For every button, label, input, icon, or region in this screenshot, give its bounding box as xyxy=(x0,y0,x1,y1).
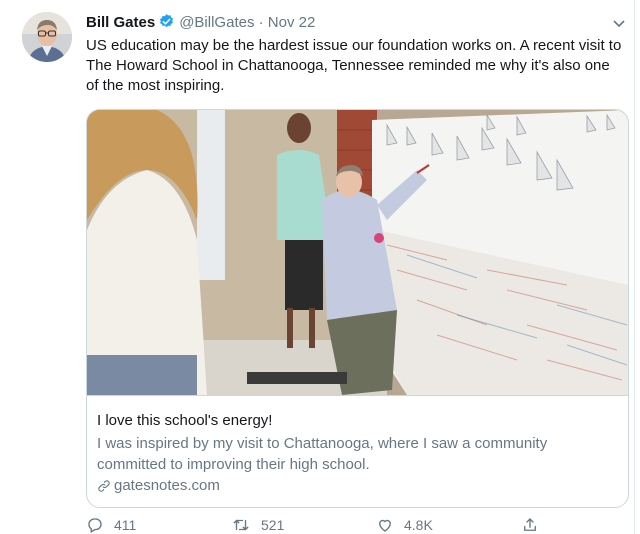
reply-button[interactable]: 411 xyxy=(86,516,136,534)
heart-icon xyxy=(379,519,391,532)
reply-icon xyxy=(88,518,102,533)
card-image xyxy=(87,110,628,395)
link-card[interactable]: I love this school's energy! I was inspi… xyxy=(86,109,629,508)
tweet-text: US education may be the hardest issue ou… xyxy=(86,37,622,94)
link-icon xyxy=(98,479,110,492)
card-body[interactable]: I love this school's energy! I was inspi… xyxy=(87,395,628,507)
card-description: I was inspired by my visit to Chattanoog… xyxy=(97,435,548,473)
author-handle[interactable]: @BillGates xyxy=(179,14,254,31)
tweet-header: Bill Gates @BillGates · Nov 22 xyxy=(86,13,315,34)
like-count: 4.8K xyxy=(404,517,433,533)
tweet-date[interactable]: Nov 22 xyxy=(268,14,316,31)
like-button[interactable]: 4.8K xyxy=(376,516,433,534)
tweet[interactable]: Bill Gates @BillGates · Nov 22 US educati… xyxy=(0,0,635,534)
card-domain-text: gatesnotes.com xyxy=(114,477,220,494)
verified-badge-icon xyxy=(158,13,175,34)
retweet-count: 521 xyxy=(261,517,285,533)
chevron-down-icon[interactable] xyxy=(612,16,626,34)
share-icon xyxy=(524,518,536,531)
share-button[interactable] xyxy=(521,516,549,534)
tweet-actions: 411 521 4.8K xyxy=(86,516,546,534)
avatar[interactable] xyxy=(22,12,72,62)
card-title: I love this school's energy! xyxy=(97,412,273,429)
retweet-icon xyxy=(233,519,249,531)
separator-dot: · xyxy=(258,14,264,31)
reply-count: 411 xyxy=(114,517,137,533)
card-domain[interactable]: gatesnotes.com xyxy=(97,477,220,494)
retweet-button[interactable]: 521 xyxy=(231,516,284,534)
author-name[interactable]: Bill Gates xyxy=(86,14,155,31)
